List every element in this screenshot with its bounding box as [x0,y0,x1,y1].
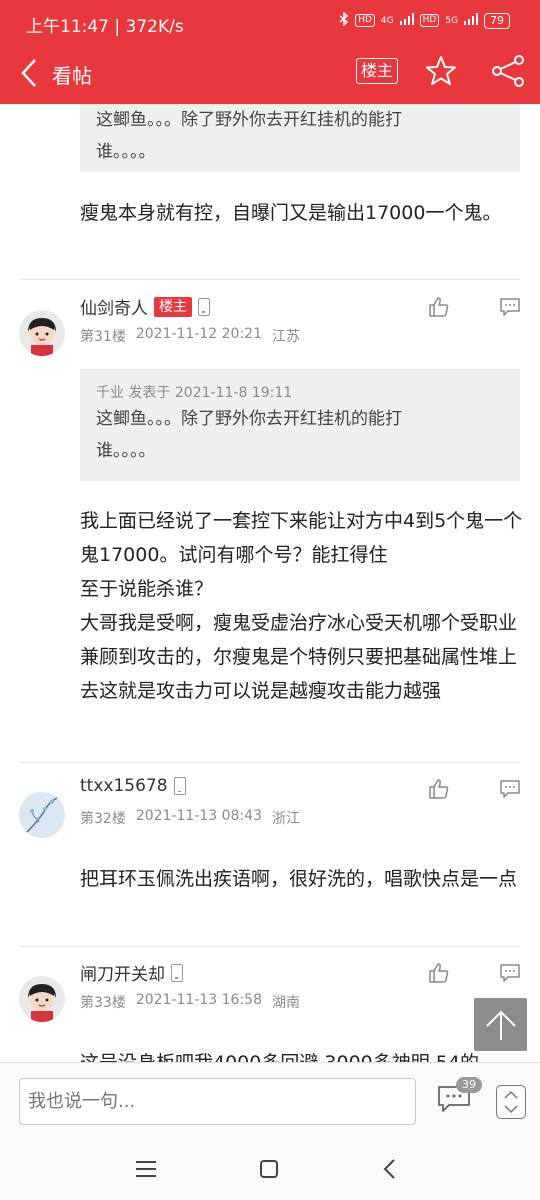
thumbs-up-icon [429,297,449,317]
post-body: 这号没身板吧我4000多回避 3000多神明 54的 [80,1046,526,1062]
favorite-button[interactable] [424,54,458,88]
chevron-up-down-icon [504,1090,518,1114]
comment-icon [500,780,520,798]
system-nav-bar [0,1138,540,1200]
comment-count-badge: 39 [456,1077,482,1093]
body-line: 大哥我是受啊，瘦鬼受虚治疗冰心受天机哪个受职业兼顾到攻击的，尔瘦鬼是个特例只要把… [80,612,518,702]
reply-button[interactable] [499,296,521,318]
share-button[interactable] [490,54,526,88]
username[interactable]: 仙剑奇人 [80,294,148,319]
quote-meta: 千业 发表于 2021-11-8 19:11 [96,385,293,401]
post-time: 2021-11-13 16:58 [135,992,262,1008]
body-line: 我上面已经说了一套控下来能让对方中4到5个鬼一个鬼17000。试问有哪个号？能扛… [80,510,523,566]
reply-button[interactable] [499,962,521,984]
floor-number: 第31楼 [80,329,126,345]
arrow-up-icon [485,1010,516,1040]
quote-text: 这鲫鱼。。。除了野外你去开红挂机的能打谁。。。。 [96,110,402,162]
signal-5g: 5G [445,15,458,26]
reply-meta: 第33楼 2021-11-13 16:58 湖南 [80,992,300,1012]
nav-bar: 看帖 楼主 [0,44,540,104]
battery-indicator: 79 [484,12,510,29]
thumbs-up-icon [429,963,449,983]
post-location: 浙江 [272,811,300,827]
phone-icon [171,963,183,982]
post-time: 2021-11-12 20:21 [135,326,262,342]
system-back-button[interactable] [382,1158,398,1180]
username[interactable]: 闸刀开关却 [80,960,165,985]
comment-icon [500,298,520,316]
quote-block: 这鲫鱼。。。除了野外你去开红挂机的能打谁。。。。 [80,104,520,172]
floor-jump-button[interactable] [496,1085,526,1119]
thread-content[interactable]: 这鲫鱼。。。除了野外你去开红挂机的能打谁。。。。 瘦鬼本身就有控，自曝门又是输出… [0,104,540,1062]
star-icon [426,56,456,85]
bluetooth-icon [339,11,349,29]
home-button[interactable] [260,1160,278,1178]
hd-badge-2: HD [419,14,440,27]
floor-number: 第33楼 [80,995,126,1011]
quote-block: 千业 发表于 2021-11-8 19:11 这鲫鱼。。。除了野外你去开红挂机的… [80,369,520,481]
top-bar: 上午11:47 | 372K/s HD 4G HD 5G 79 看帖 楼主 [0,0,540,104]
quote-text: 这鲫鱼。。。除了野外你去开红挂机的能打谁。。。。 [96,409,402,461]
comment-icon [500,964,520,982]
avatar-blossom-icon [19,792,65,838]
reply-meta: 第32楼 2021-11-13 08:43 浙江 [80,808,300,828]
menu-icon [136,1161,156,1177]
username[interactable]: ttxx15678 [80,776,168,796]
post-time: 2021-11-13 08:43 [135,808,262,824]
hd-badge: HD [355,14,375,27]
avatar-cartoon-icon [19,310,65,356]
avatar[interactable] [19,792,65,838]
share-icon [492,55,524,87]
divider [20,279,520,280]
divider [20,762,520,763]
post-location: 江苏 [272,329,300,345]
page-title: 看帖 [52,64,92,88]
reply-input[interactable] [19,1078,416,1125]
status-time: 上午11:47 | 372K/s [26,17,184,37]
like-button[interactable] [428,778,450,800]
avatar[interactable] [19,310,65,356]
avatar[interactable] [19,976,65,1022]
floor-number: 第32楼 [80,811,126,827]
back-button[interactable] [14,56,44,90]
status-bar: 上午11:47 | 372K/s HD 4G HD 5G 79 [0,0,540,44]
reply-meta: 第31楼 2021-11-12 20:21 江苏 [80,326,300,346]
scroll-to-top-button[interactable] [474,998,527,1051]
post-body: 我上面已经说了一套控下来能让对方中4到5个鬼一个鬼17000。试问有哪个号？能扛… [80,504,526,708]
host-badge: 楼主 [154,296,192,317]
post-location: 湖南 [272,995,300,1011]
back-arrow-icon [21,59,36,87]
recent-apps-button[interactable] [136,1160,156,1178]
reply-author: 闸刀开关却 [80,960,183,985]
signal-icon [399,13,414,28]
reply-bar: 39 [0,1062,540,1138]
signal-icon-2 [464,13,478,28]
body-line: 至于说能杀谁？ [80,578,214,600]
divider [20,946,520,947]
reply-author: 仙剑奇人 楼主 [80,294,210,319]
post-body: 瘦鬼本身就有控，自曝门又是输出17000一个鬼。 [80,202,502,224]
back-chevron-icon [383,1159,395,1179]
avatar-cartoon-icon [19,976,65,1022]
thumbs-up-icon [429,779,449,799]
reply-button[interactable] [499,778,521,800]
post-body: 把耳环玉佩洗出疾语啊，很好洗的，唱歌快点是一点 [80,868,518,890]
phone-icon [173,777,186,795]
host-only-button[interactable]: 楼主 [356,58,399,84]
phone-icon [198,297,210,316]
status-indicators: HD 4G HD 5G 79 [339,11,510,29]
like-button[interactable] [428,296,450,318]
signal-4g: 4G [380,15,394,26]
reply-author: ttxx15678 [80,776,186,796]
like-button[interactable] [428,962,450,984]
